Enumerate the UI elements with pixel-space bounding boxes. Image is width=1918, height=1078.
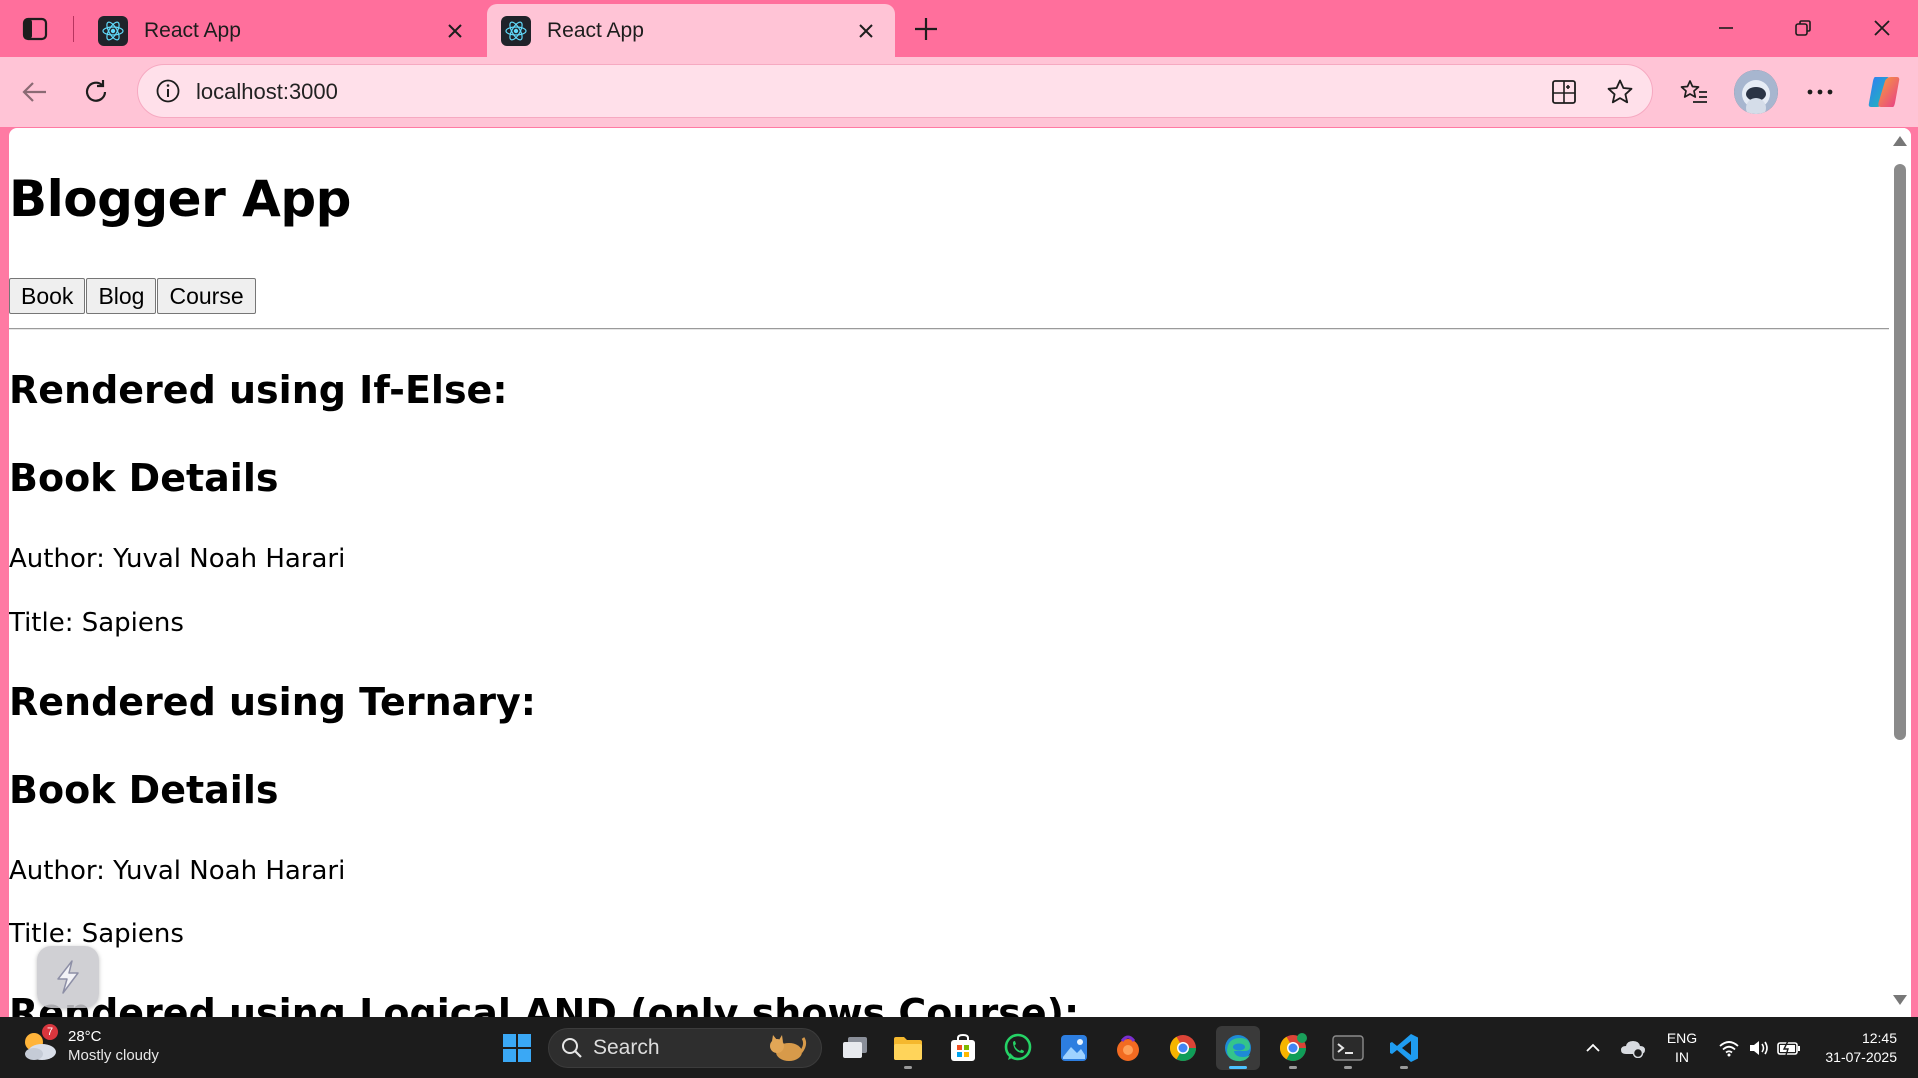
floating-lightning-widget[interactable] bbox=[37, 946, 99, 1008]
tab-separator bbox=[73, 16, 74, 42]
page-title: Blogger App bbox=[9, 170, 351, 228]
whatsapp-icon[interactable] bbox=[996, 1026, 1040, 1070]
copilot-icon[interactable] bbox=[1862, 70, 1906, 114]
volume-icon[interactable] bbox=[1744, 1017, 1774, 1078]
chrome-profile-icon[interactable] bbox=[1271, 1026, 1315, 1070]
clock-date: 31-07-2025 bbox=[1825, 1048, 1897, 1065]
book-button[interactable]: Book bbox=[9, 278, 86, 314]
tab-actions-button[interactable] bbox=[18, 13, 52, 45]
book-title: Title: Sapiens bbox=[9, 608, 184, 638]
blog-button[interactable]: Blog bbox=[86, 278, 157, 314]
weather-temperature: 28°C bbox=[68, 1028, 102, 1045]
tab-title: React App bbox=[144, 18, 241, 42]
refresh-icon[interactable] bbox=[74, 70, 118, 114]
page-content: Blogger App Book Blog Course Rendered us… bbox=[9, 128, 1889, 1017]
browser-tab-strip: React App React App bbox=[0, 0, 1918, 57]
battery-icon[interactable] bbox=[1774, 1017, 1804, 1078]
scroll-thumb[interactable] bbox=[1894, 164, 1906, 740]
divider bbox=[9, 328, 1889, 330]
wifi-icon[interactable] bbox=[1714, 1017, 1744, 1078]
site-info-icon[interactable] bbox=[150, 73, 186, 109]
search-icon bbox=[562, 1038, 582, 1058]
book-author: Author: Yuval Noah Harari bbox=[9, 856, 346, 886]
clock-time: 12:45 bbox=[1861, 1029, 1897, 1046]
language-code: ENG bbox=[1666, 1029, 1698, 1046]
vscode-icon[interactable] bbox=[1382, 1026, 1426, 1070]
clock[interactable]: 12:45 31-07-2025 bbox=[1812, 1017, 1902, 1078]
chrome-icon[interactable] bbox=[1161, 1026, 1205, 1070]
browser-tab-2[interactable]: React App bbox=[487, 4, 895, 57]
browser-toolbar: localhost:3000 bbox=[0, 57, 1918, 127]
new-tab-icon[interactable] bbox=[908, 11, 944, 47]
profile-avatar[interactable] bbox=[1734, 70, 1778, 114]
favorites-list-icon[interactable] bbox=[1672, 70, 1716, 114]
tab-title: React App bbox=[547, 18, 644, 42]
weather-condition: Mostly cloudy bbox=[68, 1047, 159, 1064]
onedrive-icon[interactable] bbox=[1618, 1017, 1648, 1078]
partly-cloudy-icon: 7 bbox=[20, 1024, 58, 1064]
more-options-icon[interactable] bbox=[1798, 70, 1842, 114]
address-url: localhost:3000 bbox=[196, 79, 338, 104]
page-viewport: Blogger App Book Blog Course Rendered us… bbox=[9, 128, 1911, 1017]
book-author: Author: Yuval Noah Harari bbox=[9, 544, 346, 574]
edge-icon[interactable] bbox=[1216, 1026, 1260, 1070]
vertical-scrollbar[interactable] bbox=[1889, 128, 1911, 1017]
close-tab-icon[interactable] bbox=[851, 16, 881, 46]
sidebar-panel-icon bbox=[22, 17, 48, 41]
weather-badge: 7 bbox=[42, 1024, 58, 1040]
close-window-icon[interactable] bbox=[1856, 8, 1908, 48]
language-indicator[interactable]: ENG IN bbox=[1660, 1017, 1704, 1078]
show-hidden-icons-chevron-icon[interactable] bbox=[1580, 1017, 1606, 1078]
scroll-up-arrow-icon[interactable] bbox=[1893, 136, 1907, 146]
minimize-icon[interactable] bbox=[1700, 8, 1752, 48]
search-label: Search bbox=[593, 1036, 660, 1059]
photos-icon[interactable] bbox=[1052, 1026, 1096, 1070]
scroll-down-arrow-icon[interactable] bbox=[1893, 995, 1907, 1005]
running-indicator bbox=[1289, 1066, 1297, 1069]
restore-icon[interactable] bbox=[1777, 8, 1829, 48]
section-heading-ternary: Rendered using Ternary: bbox=[9, 680, 536, 724]
address-bar[interactable]: localhost:3000 bbox=[137, 64, 1653, 118]
book-details-heading: Book Details bbox=[9, 768, 279, 812]
windows-start-icon[interactable] bbox=[495, 1026, 539, 1070]
react-icon bbox=[501, 15, 531, 46]
browser-tab-1[interactable]: React App bbox=[84, 4, 484, 57]
course-button[interactable]: Course bbox=[157, 278, 256, 314]
book-details-heading: Book Details bbox=[9, 456, 279, 500]
react-icon bbox=[98, 15, 128, 46]
orange-app-icon[interactable] bbox=[1106, 1026, 1150, 1070]
app-available-icon[interactable] bbox=[1544, 72, 1584, 112]
region-code: IN bbox=[1675, 1048, 1689, 1065]
file-explorer-icon[interactable] bbox=[886, 1026, 930, 1070]
active-indicator bbox=[1229, 1066, 1247, 1069]
lightning-icon bbox=[57, 960, 79, 994]
back-arrow-icon[interactable] bbox=[12, 70, 56, 114]
taskbar-search-box[interactable]: Search bbox=[548, 1028, 822, 1068]
section-heading-if-else: Rendered using If-Else: bbox=[9, 368, 508, 412]
running-indicator bbox=[1400, 1066, 1408, 1069]
terminal-icon[interactable] bbox=[1326, 1026, 1370, 1070]
weather-widget[interactable]: 7 28°C Mostly cloudy bbox=[20, 1024, 159, 1065]
close-tab-icon[interactable] bbox=[440, 16, 470, 46]
windows-taskbar: 7 28°C Mostly cloudy Search ENG IN 12:45… bbox=[0, 1017, 1918, 1078]
book-title: Title: Sapiens bbox=[9, 919, 184, 949]
category-button-row: Book Blog Course bbox=[9, 278, 257, 314]
search-highlight-cat-icon bbox=[770, 1035, 807, 1061]
microsoft-store-icon[interactable] bbox=[941, 1026, 985, 1070]
favorite-star-icon[interactable] bbox=[1600, 72, 1640, 112]
running-indicator bbox=[904, 1066, 912, 1069]
section-heading-logical-and: Rendered using Logical AND (only shows C… bbox=[9, 991, 1080, 1017]
running-indicator bbox=[1344, 1066, 1352, 1069]
task-view-icon[interactable] bbox=[833, 1026, 877, 1070]
